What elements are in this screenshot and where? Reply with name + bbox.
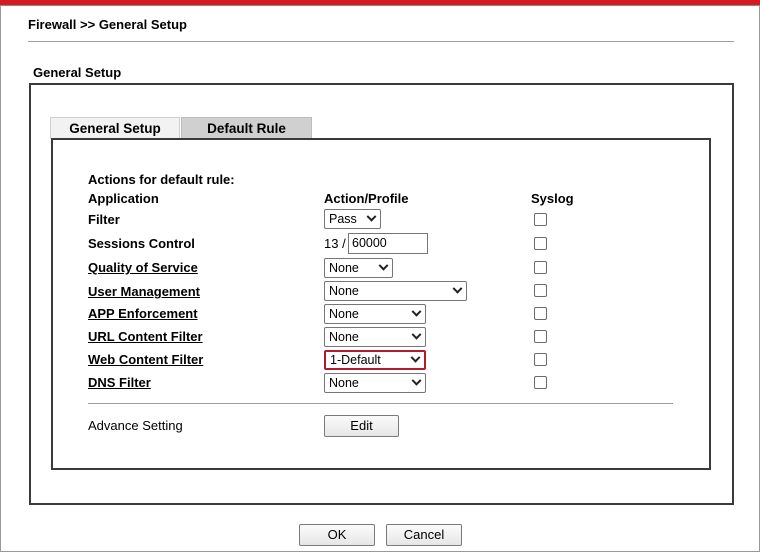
dns-filter-select[interactable]: None bbox=[324, 373, 426, 393]
advance-edit-button[interactable]: Edit bbox=[324, 415, 399, 437]
intro-label: Actions for default rule: bbox=[88, 172, 235, 187]
chevron-down-icon bbox=[366, 211, 377, 222]
app-enforcement-select-value: None bbox=[329, 307, 359, 321]
web-content-filter-link[interactable]: Web Content Filter bbox=[88, 352, 203, 367]
user-management-link[interactable]: User Management bbox=[88, 284, 200, 299]
qos-link[interactable]: Quality of Service bbox=[88, 260, 198, 275]
app-enforcement-select[interactable]: None bbox=[324, 304, 426, 324]
chevron-down-icon bbox=[452, 283, 463, 294]
url-content-filter-select-value: None bbox=[329, 330, 359, 344]
tab-default-rule[interactable]: Default Rule bbox=[181, 117, 312, 139]
ok-button[interactable]: OK bbox=[299, 524, 375, 546]
qos-select-value: None bbox=[329, 261, 359, 275]
title-divider bbox=[28, 41, 734, 42]
dns-filter-select-value: None bbox=[329, 376, 359, 390]
sessions-current-count: 13 / bbox=[324, 236, 346, 251]
sessions-syslog-checkbox[interactable] bbox=[534, 237, 547, 250]
chevron-down-icon bbox=[378, 260, 389, 271]
web-content-filter-select[interactable]: 1-Default bbox=[324, 350, 426, 370]
web-content-filter-syslog-checkbox[interactable] bbox=[534, 353, 547, 366]
section-title: General Setup bbox=[33, 65, 122, 80]
dns-filter-link[interactable]: DNS Filter bbox=[88, 375, 151, 390]
url-content-filter-syslog-checkbox[interactable] bbox=[534, 330, 547, 343]
url-content-filter-link[interactable]: URL Content Filter bbox=[88, 329, 203, 344]
user-management-syslog-checkbox[interactable] bbox=[534, 284, 547, 297]
qos-syslog-checkbox[interactable] bbox=[534, 261, 547, 274]
cancel-button[interactable]: Cancel bbox=[386, 524, 462, 546]
user-management-select[interactable]: None bbox=[324, 281, 467, 301]
chevron-down-icon bbox=[410, 352, 421, 363]
top-accent-bar bbox=[0, 0, 760, 6]
filter-syslog-checkbox[interactable] bbox=[534, 213, 547, 226]
filter-select[interactable]: Pass bbox=[324, 209, 381, 229]
user-management-select-value: None bbox=[329, 284, 359, 298]
chevron-down-icon bbox=[411, 306, 422, 317]
dns-filter-syslog-checkbox[interactable] bbox=[534, 376, 547, 389]
sessions-limit-input[interactable]: 60000 bbox=[348, 233, 428, 254]
advance-divider bbox=[88, 403, 673, 404]
header-application: Application bbox=[88, 191, 159, 206]
advance-setting-label: Advance Setting bbox=[88, 418, 183, 433]
qos-select[interactable]: None bbox=[324, 258, 393, 278]
sessions-control-label: Sessions Control bbox=[88, 236, 195, 251]
filter-select-value: Pass bbox=[329, 212, 357, 226]
chevron-down-icon bbox=[411, 375, 422, 386]
tab-general-setup[interactable]: General Setup bbox=[50, 117, 180, 139]
chevron-down-icon bbox=[411, 329, 422, 340]
url-content-filter-select[interactable]: None bbox=[324, 327, 426, 347]
app-enforcement-link[interactable]: APP Enforcement bbox=[88, 306, 198, 321]
web-content-filter-select-value: 1-Default bbox=[330, 353, 381, 367]
breadcrumb: Firewall >> General Setup bbox=[28, 17, 187, 32]
filter-label: Filter bbox=[88, 212, 120, 227]
header-syslog: Syslog bbox=[531, 191, 574, 206]
app-enforcement-syslog-checkbox[interactable] bbox=[534, 307, 547, 320]
header-action-profile: Action/Profile bbox=[324, 191, 409, 206]
